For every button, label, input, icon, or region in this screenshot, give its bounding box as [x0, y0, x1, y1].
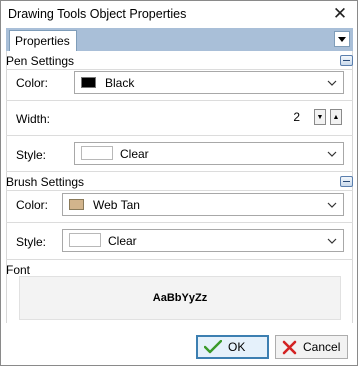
chevron-down-icon — [338, 36, 346, 42]
cancel-label: Cancel — [303, 340, 341, 354]
brush-style-label: Style: — [16, 235, 47, 249]
font-preview-button[interactable]: AaBbYyZz — [19, 276, 341, 320]
ok-label: OK — [228, 340, 246, 354]
pen-color-swatch — [81, 77, 96, 88]
chevron-down-icon — [327, 151, 337, 157]
brush-color-label: Color: — [16, 198, 49, 212]
brush-color-swatch — [69, 199, 84, 210]
properties-dialog: Drawing Tools Object Properties ✕ Proper… — [0, 0, 358, 366]
brush-style-select[interactable]: Clear — [62, 229, 344, 252]
brush-collapse-icon[interactable] — [340, 176, 353, 187]
tab-strip: Properties — [6, 28, 353, 51]
divider — [6, 171, 353, 172]
cancel-button[interactable]: Cancel — [275, 335, 348, 359]
decrement-button[interactable]: ▼ — [314, 109, 326, 125]
brush-color-value: Web Tan — [93, 198, 140, 212]
pen-style-select[interactable]: Clear — [74, 142, 344, 165]
pen-color-label: Color: — [16, 76, 49, 90]
title-bar: Drawing Tools Object Properties ✕ — [1, 1, 357, 27]
divider — [6, 100, 353, 101]
pen-collapse-icon[interactable] — [340, 55, 353, 66]
ok-button[interactable]: OK — [196, 335, 269, 359]
tab-dropdown-button[interactable] — [334, 31, 350, 47]
pen-width-stepper[interactable]: 2 ▼ ▲ — [74, 107, 344, 128]
increment-button[interactable]: ▲ — [330, 109, 342, 125]
dialog-footer: OK Cancel — [1, 326, 357, 365]
checkmark-icon — [204, 340, 222, 354]
window-title: Drawing Tools Object Properties — [8, 7, 187, 21]
close-icon[interactable]: ✕ — [329, 3, 351, 25]
brush-color-select[interactable]: Web Tan — [62, 193, 344, 216]
pen-color-select[interactable]: Black — [74, 71, 344, 94]
divider — [6, 259, 353, 260]
brush-style-swatch — [69, 233, 101, 247]
tab-properties[interactable]: Properties — [9, 30, 77, 51]
brush-style-value: Clear — [108, 234, 137, 248]
divider — [6, 190, 353, 191]
divider — [6, 222, 353, 223]
pen-style-swatch — [81, 146, 113, 160]
chevron-down-icon — [327, 202, 337, 208]
chevron-down-icon — [327, 80, 337, 86]
pen-width-value: 2 — [293, 110, 300, 124]
chevron-down-icon — [327, 238, 337, 244]
pen-style-label: Style: — [16, 148, 47, 162]
pen-width-label: Width: — [16, 112, 51, 126]
pen-style-value: Clear — [120, 147, 149, 161]
divider — [6, 135, 353, 136]
cancel-x-icon — [282, 340, 297, 354]
pen-color-value: Black — [105, 76, 135, 90]
divider — [6, 69, 353, 70]
